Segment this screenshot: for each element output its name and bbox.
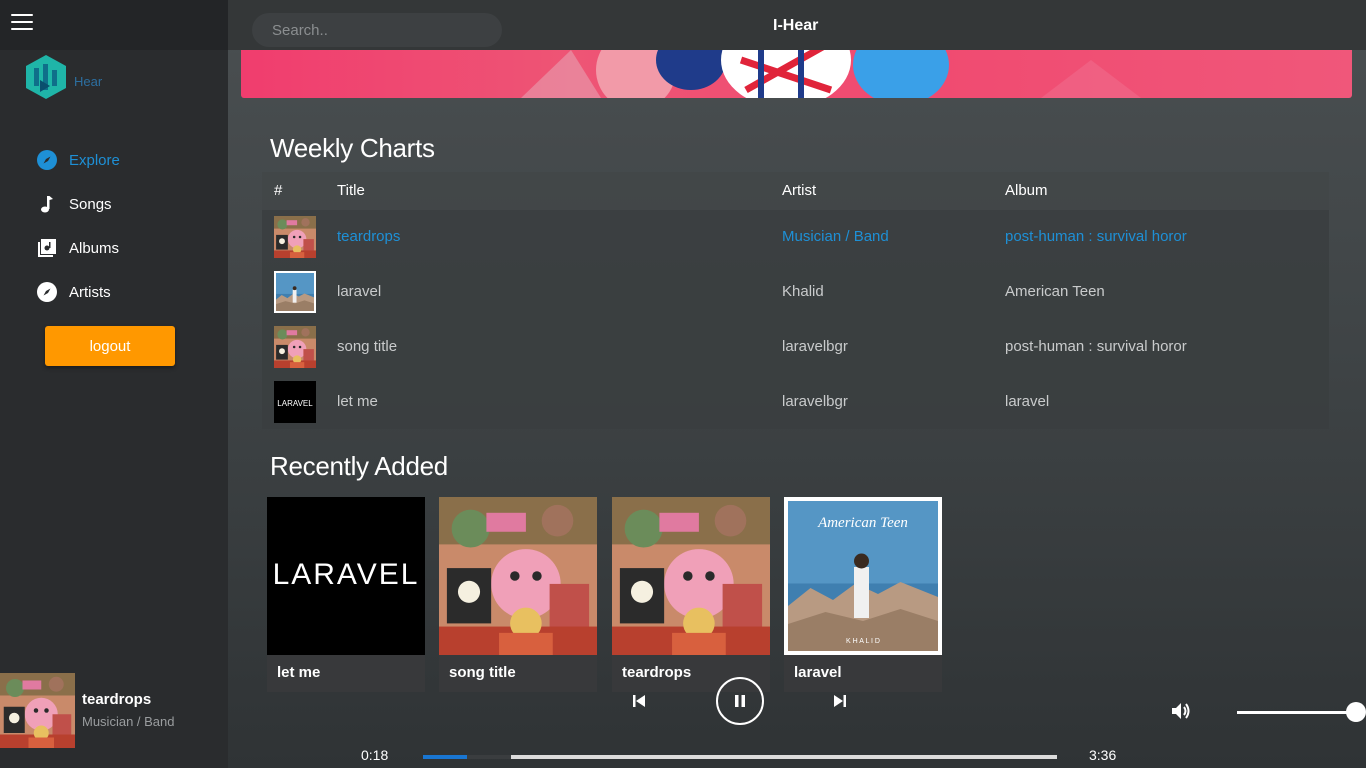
card-title: teardrops: [622, 664, 692, 681]
table-header: # Title Artist Album: [262, 172, 1329, 210]
now-playing-title: teardrops: [82, 691, 152, 708]
logout-button[interactable]: logout: [45, 326, 175, 366]
cover-title-text: American Teen: [817, 515, 908, 531]
progress-bar[interactable]: [423, 755, 1057, 759]
song-title: song title: [337, 338, 398, 355]
cover-artist-text: K H A L I D: [846, 638, 880, 645]
sidebar-item-label: Songs: [69, 195, 112, 213]
banner-art: [521, 50, 1141, 98]
column-header: Title: [337, 182, 365, 199]
now-playing-artist: Musician / Band: [82, 714, 175, 729]
music-note-icon: [36, 193, 58, 215]
sidebar: Hear Explore Songs Albums Artists logout: [0, 0, 228, 768]
table-row[interactable]: song title laravelbgr post-human : survi…: [262, 320, 1329, 375]
sidebar-item-songs[interactable]: Songs: [36, 182, 120, 226]
recently-added-title: Recently Added: [270, 451, 448, 481]
compass-icon: [36, 149, 58, 171]
song-title: teardrops: [337, 228, 401, 245]
song-artist: laravelbgr: [782, 393, 848, 410]
weekly-charts-table: # Title Artist Album teardrops Musician …: [262, 172, 1329, 429]
sidebar-item-label: Albums: [69, 239, 120, 257]
menu-icon[interactable]: [11, 14, 33, 30]
card-title: laravel: [794, 664, 842, 681]
album-art: [274, 326, 316, 368]
now-playing-art: [0, 673, 75, 748]
hero-banner[interactable]: [241, 50, 1352, 98]
volume-slider-handle[interactable]: [1346, 702, 1366, 722]
song-artist: laravelbgr: [782, 338, 848, 355]
album-art: [612, 497, 770, 655]
laravel-logo-text: LARAVEL: [277, 399, 313, 408]
album-art: LARAVEL: [267, 497, 425, 655]
album-art: [274, 271, 316, 313]
sidebar-topbar: [0, 0, 228, 50]
sidebar-item-albums[interactable]: Albums: [36, 226, 120, 270]
song-title: let me: [337, 393, 378, 410]
weekly-charts-title: Weekly Charts: [270, 133, 435, 163]
sidebar-item-explore[interactable]: Explore: [36, 138, 120, 182]
song-title: laravel: [337, 283, 382, 300]
sidebar-item-label: Explore: [69, 151, 120, 169]
app-logo: [26, 55, 66, 99]
album-icon: [36, 237, 58, 259]
album-card[interactable]: LARAVEL let me: [267, 497, 425, 692]
sidebar-item-artists[interactable]: Artists: [36, 270, 120, 314]
album-art: [439, 497, 597, 655]
skip-previous-icon: [633, 695, 645, 707]
progress-fill: [423, 755, 467, 759]
album-card[interactable]: American Teen K H A L I D laravel: [784, 497, 942, 692]
album-card[interactable]: song title: [439, 497, 597, 692]
album-art: [274, 216, 316, 258]
card-title: let me: [277, 664, 321, 681]
album-card[interactable]: teardrops: [612, 497, 770, 692]
header: I-Hear: [228, 0, 1366, 50]
volume-slider[interactable]: [1237, 711, 1357, 714]
current-time: 0:18: [361, 747, 389, 763]
card-title: song title: [449, 664, 516, 681]
volume-icon: [1172, 703, 1190, 719]
search-input[interactable]: [252, 13, 502, 47]
laravel-logo-text: LARAVEL: [273, 558, 420, 591]
volume-button[interactable]: [1169, 700, 1193, 722]
logo-text: Hear: [74, 74, 103, 89]
progress-buffer: [467, 755, 511, 759]
song-album: post-human : survival horor: [1005, 228, 1187, 245]
next-button[interactable]: [829, 690, 851, 712]
table-row[interactable]: LARAVEL let me laravelbgr laravel: [262, 375, 1329, 430]
column-header: #: [274, 182, 283, 199]
app-title: I-Hear: [773, 17, 819, 34]
sidebar-item-label: Artists: [69, 283, 111, 301]
song-album: American Teen: [1005, 283, 1105, 300]
album-art: LARAVEL: [274, 381, 316, 423]
column-header: Album: [1005, 182, 1048, 199]
song-artist: Musician / Band: [782, 228, 889, 245]
table-row[interactable]: laravel Khalid American Teen: [262, 265, 1329, 320]
sidebar-nav: Explore Songs Albums Artists: [36, 138, 120, 314]
pause-icon: [735, 695, 745, 707]
pause-button[interactable]: [716, 677, 764, 725]
compass-icon: [36, 281, 58, 303]
previous-button[interactable]: [628, 690, 650, 712]
table-row[interactable]: teardrops Musician / Band post-human : s…: [262, 210, 1329, 265]
song-album: post-human : survival horor: [1005, 338, 1187, 355]
skip-next-icon: [834, 695, 846, 707]
total-time: 3:36: [1089, 747, 1117, 763]
album-art: American Teen K H A L I D: [784, 497, 942, 655]
column-header: Artist: [782, 182, 817, 199]
song-artist: Khalid: [782, 283, 824, 300]
song-album: laravel: [1005, 393, 1050, 410]
